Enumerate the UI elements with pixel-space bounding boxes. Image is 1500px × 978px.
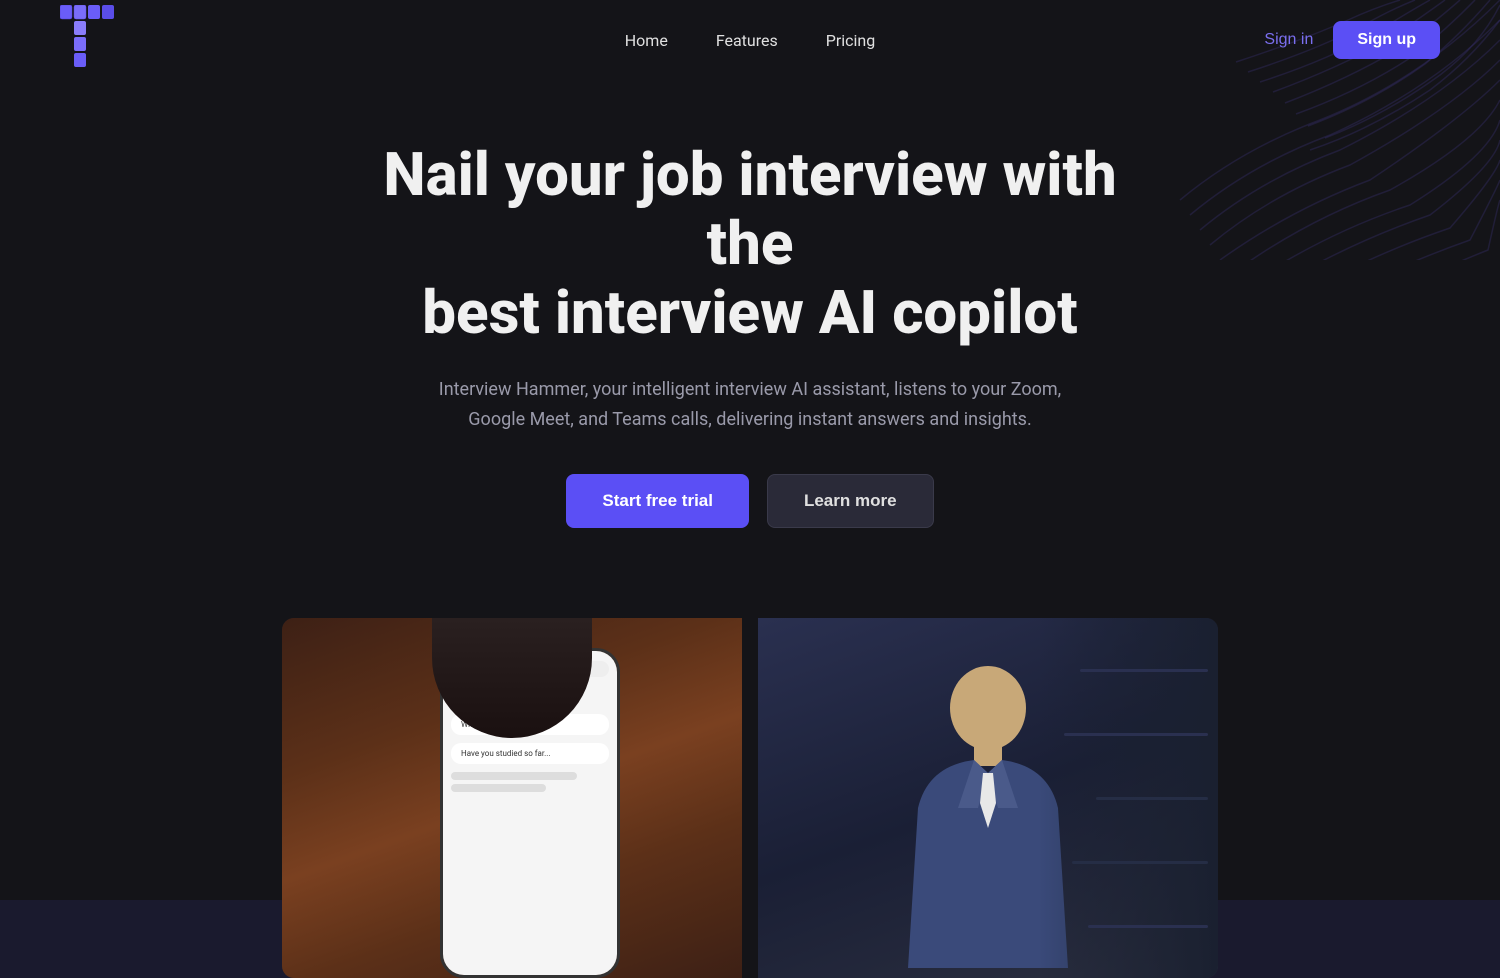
hero-subtitle: Interview Hammer, your intelligent inter… — [430, 375, 1070, 434]
preview-right-panel — [758, 618, 1218, 978]
person-preview — [758, 618, 1218, 978]
hero-section: Nail your job interview with the best in… — [0, 80, 1500, 618]
chat-bubble-2: Have you studied so far... — [451, 743, 609, 764]
logo[interactable] — [60, 5, 114, 75]
hero-title: Nail your job interview with the best in… — [360, 140, 1140, 347]
navbar: Home Features Pricing Sign in Sign up — [0, 0, 1500, 80]
nav-features[interactable]: Features — [716, 31, 778, 50]
learn-more-button[interactable]: Learn more — [767, 474, 934, 528]
nav-pricing[interactable]: Pricing — [826, 31, 876, 50]
preview-container: ⟳ Loading... Who are you? Have you studi… — [0, 618, 1500, 978]
nav-links: Home Features Pricing — [625, 31, 876, 50]
nav-home[interactable]: Home — [625, 31, 668, 50]
logo-icon — [60, 5, 114, 75]
hero-cta-buttons: Start free trial Learn more — [20, 474, 1480, 528]
preview-left-panel: ⟳ Loading... Who are you? Have you studi… — [282, 618, 742, 978]
signin-button[interactable]: Sign in — [1264, 31, 1313, 49]
nav-auth: Sign in Sign up — [1264, 21, 1440, 59]
start-trial-button[interactable]: Start free trial — [566, 474, 749, 528]
signup-button[interactable]: Sign up — [1333, 21, 1440, 59]
panel-divider — [742, 618, 758, 978]
